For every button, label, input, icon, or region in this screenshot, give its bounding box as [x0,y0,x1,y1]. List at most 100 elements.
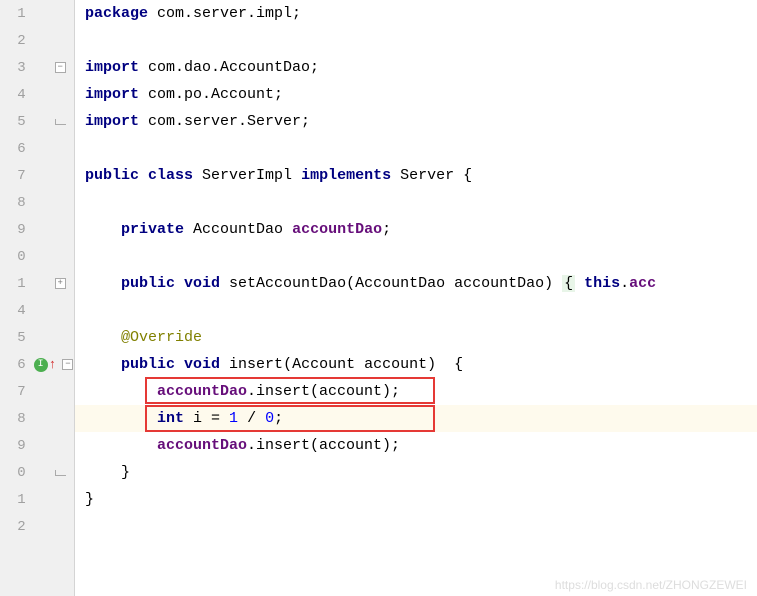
token-kw: this [575,275,620,292]
line-number: 3 [0,60,30,76]
gutter-icon-area [30,81,74,108]
gutter-row: 2 [0,27,74,54]
fold-expand-icon[interactable]: + [55,278,66,289]
token-plain: i = [193,410,229,427]
code-line[interactable]: import com.dao.AccountDao; [75,54,757,81]
token-kw: public void [121,356,229,373]
token-plain: ; [301,113,310,130]
line-number: 1 [0,6,30,22]
token-field: accountDao [157,383,247,400]
gutter-icon-area [30,459,74,486]
gutter-icon-area: I↑− [30,351,74,378]
token-plain: . [620,275,629,292]
code-line[interactable] [75,243,757,270]
token-kw: implements [301,167,400,184]
token-method: setAccountDao [229,275,346,292]
gutter-icon-area [30,162,74,189]
token-plain: ; [310,59,319,76]
gutter-icon-area: + [30,270,74,297]
token-plain: com.po.Account [148,86,274,103]
token-plain: com.dao.AccountDao [148,59,310,76]
line-number: 8 [0,195,30,211]
code-line[interactable]: accountDao.insert(account); [75,432,757,459]
token-plain: .insert(account); [247,437,400,454]
gutter-row: 6I↑− [0,351,74,378]
token-kw: package [85,5,157,22]
line-number: 2 [0,33,30,49]
line-number: 0 [0,249,30,265]
line-number: 9 [0,438,30,454]
code-editor[interactable]: package com.server.impl;import com.dao.A… [75,0,757,596]
token-hint: { [562,275,575,292]
gutter-icon-area [30,189,74,216]
token-kw: import [85,59,148,76]
code-line[interactable] [75,189,757,216]
line-number: 7 [0,168,30,184]
token-kw: public class [85,167,202,184]
gutter-row: 5 [0,108,74,135]
code-line[interactable]: import com.server.Server; [75,108,757,135]
gutter-icon-area [30,297,74,324]
token-kw: public void [121,275,229,292]
code-line[interactable]: public class ServerImpl implements Serve… [75,162,757,189]
gutter-icon-area: − [30,54,74,81]
token-plain: } [121,464,130,481]
line-number: 9 [0,222,30,238]
code-line[interactable]: accountDao.insert(account); [75,378,757,405]
code-line[interactable]: package com.server.impl; [75,0,757,27]
code-line[interactable] [75,297,757,324]
gutter-row: 9 [0,216,74,243]
token-method: insert [229,356,283,373]
token-plain: (Account account) { [283,356,463,373]
code-line[interactable]: private AccountDao accountDao; [75,216,757,243]
fold-end-icon [55,470,66,476]
gutter-row: 4 [0,81,74,108]
token-kw: import [85,113,148,130]
gutter-icon-area [30,405,74,432]
gutter-row: 8 [0,189,74,216]
code-line[interactable] [75,513,757,540]
token-plain: com.server.impl [157,5,292,22]
gutter-row: 9 [0,432,74,459]
token-plain: com.server.Server [148,113,301,130]
line-number: 2 [0,519,30,535]
gutter-row: 7 [0,162,74,189]
line-number: 5 [0,330,30,346]
gutter-row: 4 [0,297,74,324]
code-line[interactable]: public void insert(Account account) { [75,351,757,378]
gutter-row: 0 [0,243,74,270]
gutter-row: 7 [0,378,74,405]
token-num: 0 [265,410,274,427]
code-line[interactable]: @Override [75,324,757,351]
token-plain: Server { [400,167,472,184]
gutter-row: 1+ [0,270,74,297]
line-number: 4 [0,303,30,319]
token-kw: int [157,410,193,427]
gutter-icon-area [30,378,74,405]
gutter-row: 0 [0,459,74,486]
code-line[interactable] [75,27,757,54]
token-plain: ServerImpl [202,167,301,184]
fold-collapse-icon[interactable]: − [62,359,73,370]
token-kw: import [85,86,148,103]
code-line[interactable]: public void setAccountDao(AccountDao acc… [75,270,757,297]
gutter-icon-area [30,135,74,162]
token-kw: private [121,221,193,238]
fold-collapse-icon[interactable]: − [55,62,66,73]
gutter-row: 1 [0,0,74,27]
gutter-icon-area [30,243,74,270]
line-number: 1 [0,492,30,508]
code-line[interactable]: import com.po.Account; [75,81,757,108]
code-line[interactable] [75,135,757,162]
code-line[interactable]: } [75,459,757,486]
line-number: 1 [0,276,30,292]
line-number: 7 [0,384,30,400]
code-line[interactable]: int i = 1 / 0; [75,405,757,432]
line-number: 5 [0,114,30,130]
gutter-row: 6 [0,135,74,162]
code-line[interactable]: } [75,486,757,513]
override-icon[interactable]: I [34,358,48,372]
gutter-icon-area [30,216,74,243]
gutter-icon-area [30,324,74,351]
token-num: 1 [229,410,238,427]
